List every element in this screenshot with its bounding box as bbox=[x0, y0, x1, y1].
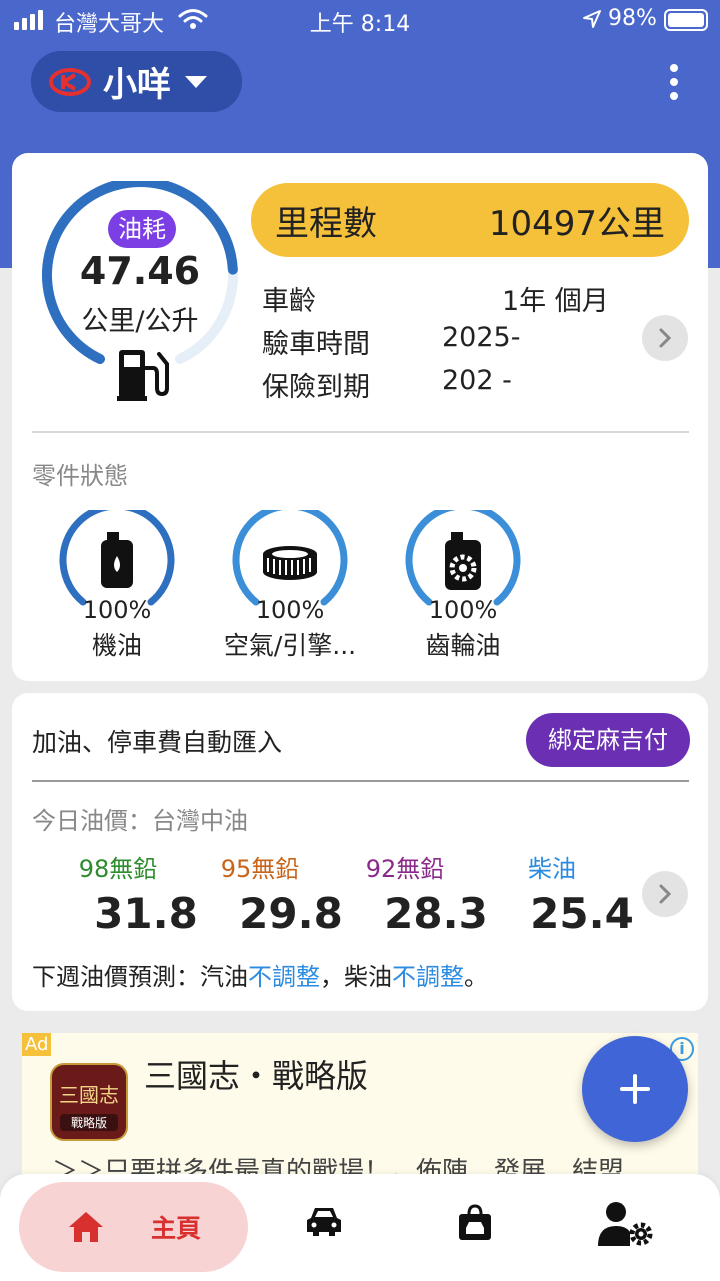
divider bbox=[32, 780, 689, 782]
bottom-navigation: 主頁 bbox=[0, 1174, 720, 1281]
part-percent: 100% bbox=[255, 596, 325, 624]
mileage-label: 里程數 bbox=[275, 203, 377, 244]
vehicle-details-button[interactable] bbox=[642, 315, 688, 361]
inspection-label: 驗車時間 bbox=[262, 329, 370, 360]
chevron-down-icon bbox=[185, 75, 207, 88]
part-gauge bbox=[232, 510, 348, 606]
car-icon[interactable] bbox=[305, 1204, 343, 1238]
part-name: 機油 bbox=[91, 631, 142, 660]
fuel-type-95: 95無鉛 bbox=[220, 855, 300, 883]
fuel-price-title: 今日油價：台灣中油 bbox=[32, 807, 248, 835]
home-icon bbox=[69, 1212, 103, 1242]
inspection-value: 2025- bbox=[442, 322, 521, 353]
vehicle-name: 小咩 bbox=[103, 65, 171, 105]
ad-label: Ad bbox=[22, 1033, 52, 1056]
nav-home-tab[interactable]: 主頁 bbox=[19, 1182, 248, 1272]
fuel-price-card: 加油、停車費自動匯入 綁定麻吉付 今日油價：台灣中油 98無鉛 95無鉛 92無… bbox=[12, 693, 708, 1011]
nav-home-label: 主頁 bbox=[151, 1214, 202, 1243]
part-name: 齒輪油 bbox=[425, 631, 501, 660]
part-percent: 100% bbox=[428, 596, 498, 624]
ad-icon-text: 三國志 bbox=[59, 1083, 119, 1107]
part-item-air-filter[interactable]: 100% 空氣/引擎... bbox=[215, 510, 365, 660]
part-percent: 100% bbox=[82, 596, 152, 624]
ad-title: 三國志・戰略版 bbox=[144, 1057, 369, 1095]
parts-section-title: 零件狀態 bbox=[32, 462, 128, 490]
forecast-prefix: 下週油價預測：汽油 bbox=[32, 963, 248, 991]
vehicle-age-value: 1年 個月 bbox=[502, 286, 609, 317]
user-settings-icon[interactable] bbox=[596, 1200, 656, 1248]
gear-oil-icon bbox=[445, 532, 481, 590]
location-arrow-icon bbox=[583, 10, 601, 28]
fuel-pump-icon bbox=[117, 350, 169, 401]
fuel-economy-badge: 油耗 bbox=[108, 210, 176, 248]
ad-icon-sub: 戰略版 bbox=[60, 1114, 118, 1131]
ad-app-icon: 三國志 戰略版 bbox=[50, 1063, 128, 1141]
fuel-type-98: 98無鉛 bbox=[78, 855, 158, 883]
status-bar: 台灣大哥大 上午 8:14 98% bbox=[0, 0, 720, 40]
insurance-value: 202 - bbox=[442, 365, 512, 396]
plus-icon bbox=[620, 1074, 650, 1104]
vehicle-age-label: 車齡 bbox=[262, 286, 316, 317]
fuel-economy-unit: 公里/公升 bbox=[81, 306, 199, 337]
air-filter-icon bbox=[263, 546, 317, 580]
mileage-pill: 里程數 10497公里 bbox=[251, 183, 689, 257]
insurance-label: 保險到期 bbox=[262, 372, 370, 403]
shop-bag-icon[interactable] bbox=[456, 1204, 494, 1242]
price-forecast: 下週油價預測：汽油不調整，柴油不調整。 bbox=[32, 957, 488, 992]
fuel-type-92: 92無鉛 bbox=[365, 855, 445, 883]
battery-icon bbox=[664, 9, 708, 31]
fuel-price-diesel: 25.4 bbox=[530, 889, 634, 938]
fuel-economy-value: 47.46 bbox=[79, 249, 201, 293]
fuel-price-92: 28.3 bbox=[384, 889, 488, 938]
divider bbox=[32, 431, 689, 433]
vehicle-summary-card: 油耗 47.46 公里/公升 里程數 10497公里 車齡 1年 個月 驗車時間… bbox=[12, 153, 708, 681]
oil-bottle-icon bbox=[101, 532, 133, 588]
part-gauge bbox=[59, 510, 175, 606]
mileage-value: 10497公里 bbox=[488, 203, 665, 244]
fuel-price-details-button[interactable] bbox=[642, 871, 688, 917]
forecast-mid: ，柴油 bbox=[320, 963, 392, 991]
fuel-price-95: 29.8 bbox=[239, 889, 343, 938]
forecast-diesel: 不調整 bbox=[392, 963, 464, 991]
part-name: 空氣/引擎... bbox=[223, 631, 357, 660]
add-record-button[interactable] bbox=[582, 1036, 688, 1142]
vehicle-selector[interactable]: 小咩 bbox=[31, 51, 242, 112]
part-item-gear-oil[interactable]: 100% 齒輪油 bbox=[388, 510, 538, 660]
fuel-price-98: 31.8 bbox=[94, 889, 198, 938]
bind-payment-button[interactable]: 綁定麻吉付 bbox=[526, 713, 690, 767]
battery-percent: 98% bbox=[608, 6, 657, 31]
more-options-icon[interactable] bbox=[668, 64, 680, 100]
part-gauge bbox=[405, 510, 521, 606]
chevron-right-icon bbox=[659, 328, 672, 348]
brand-logo-icon bbox=[49, 67, 91, 96]
auto-import-title: 加油、停車費自動匯入 bbox=[32, 728, 283, 757]
forecast-gas: 不調整 bbox=[248, 963, 320, 991]
forecast-suffix: 。 bbox=[464, 963, 488, 991]
fuel-type-diesel: 柴油 bbox=[528, 855, 576, 883]
chevron-right-icon bbox=[659, 884, 672, 904]
part-item-engine-oil[interactable]: 100% 機油 bbox=[42, 510, 192, 660]
